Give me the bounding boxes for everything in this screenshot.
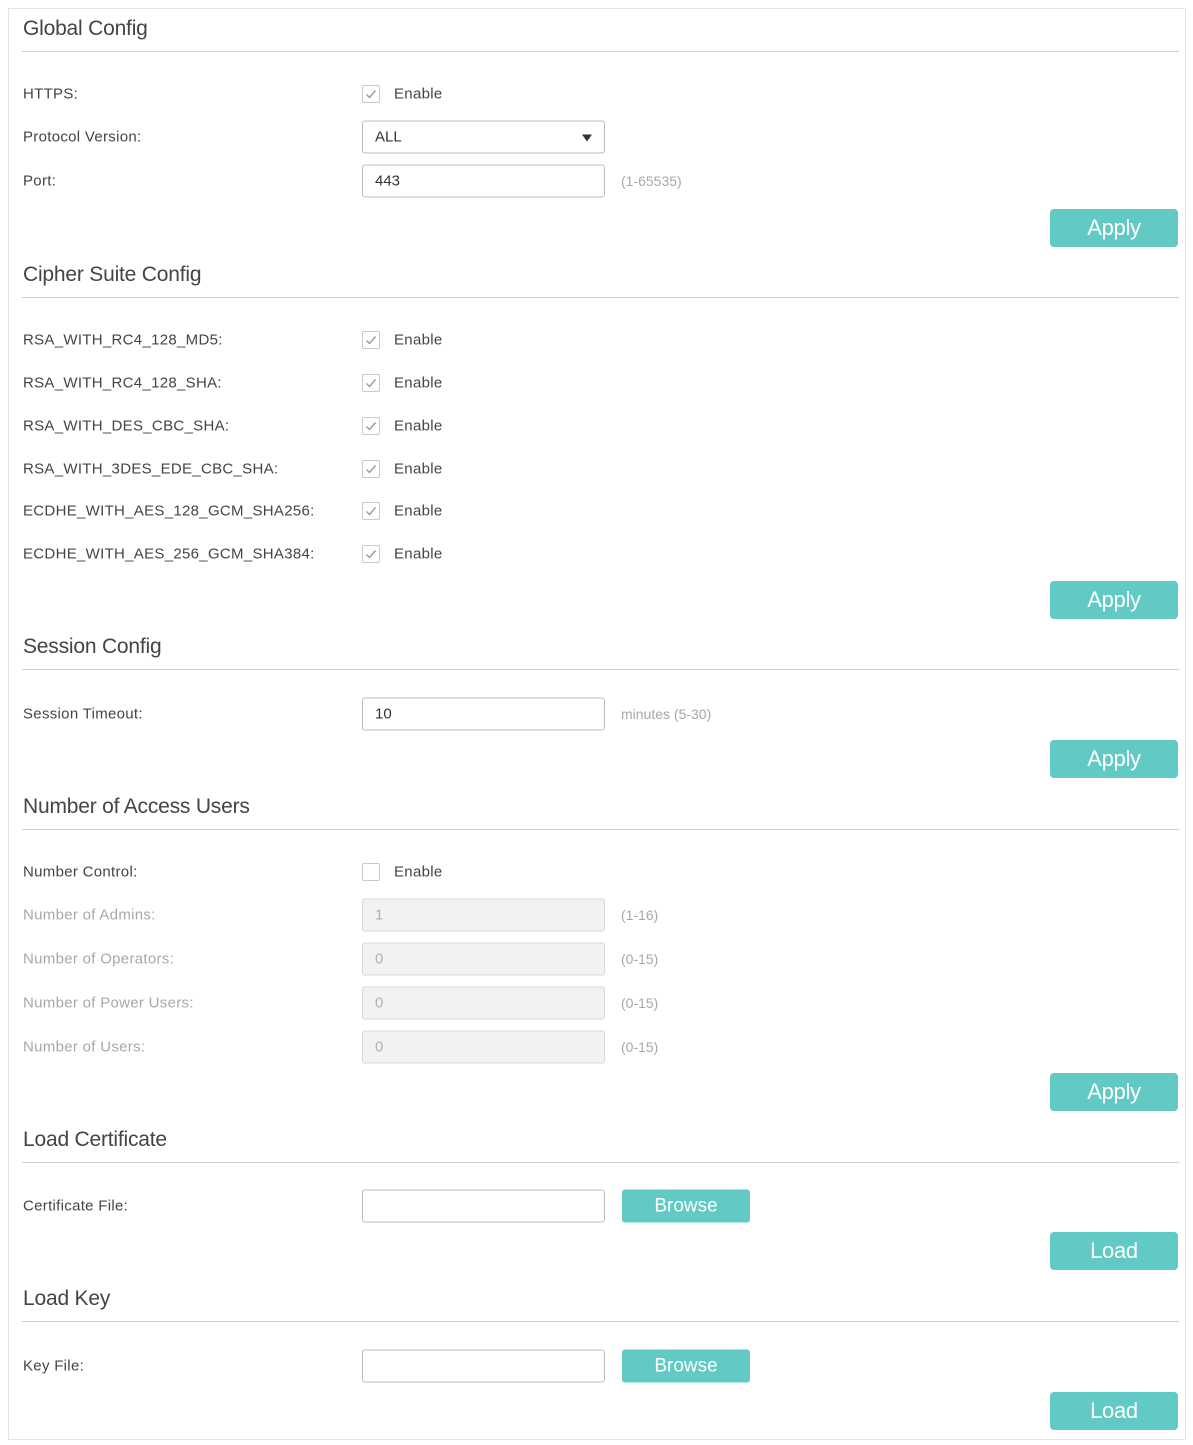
- key-browse-button[interactable]: Browse: [622, 1349, 750, 1383]
- section-title-session-config: Session Config: [23, 635, 162, 658]
- users-label: Number of Users:: [23, 1038, 146, 1056]
- number-control-label: Number Control:: [23, 863, 138, 881]
- divider: [22, 829, 1179, 830]
- certificate-file-input[interactable]: [362, 1189, 605, 1223]
- caret-down-icon: [582, 134, 592, 142]
- session-timeout-label: Session Timeout:: [23, 705, 143, 723]
- section-title-access-users: Number of Access Users: [23, 795, 250, 818]
- divider: [22, 297, 1179, 298]
- divider: [22, 51, 1179, 52]
- protocol-version-label: Protocol Version:: [23, 128, 142, 146]
- cipher-suite-label: ECDHE_WITH_AES_128_GCM_SHA256:: [23, 502, 315, 520]
- https-checkbox[interactable]: [362, 85, 380, 103]
- check-icon: [366, 336, 377, 345]
- session-timeout-hint: minutes (5-30): [621, 706, 712, 722]
- certificate-file-label: Certificate File:: [23, 1197, 129, 1215]
- port-label: Port:: [23, 172, 57, 190]
- cipher-suite-label: RSA_WITH_RC4_128_SHA:: [23, 374, 222, 392]
- cipher-suite-checkbox[interactable]: [362, 545, 380, 563]
- cipher-suite-checkbox[interactable]: [362, 460, 380, 478]
- divider: [22, 1162, 1179, 1163]
- check-icon: [366, 379, 377, 388]
- cipher-suite-enable-label: Enable: [394, 545, 443, 563]
- operators-input[interactable]: 0: [362, 942, 605, 976]
- admins-hint: (1-16): [621, 907, 659, 923]
- section-title-cipher-suite-config: Cipher Suite Config: [23, 263, 202, 286]
- divider: [22, 1321, 1179, 1322]
- section-title-global-config: Global Config: [23, 17, 148, 40]
- users-hint: (0-15): [621, 1039, 659, 1055]
- protocol-version-select[interactable]: ALL: [362, 120, 605, 154]
- port-input[interactable]: 443: [362, 164, 605, 198]
- number-control-checkbox[interactable]: [362, 863, 380, 881]
- https-label: HTTPS:: [23, 85, 79, 103]
- power-users-hint: (0-15): [621, 995, 659, 1011]
- cipher-suite-label: ECDHE_WITH_AES_256_GCM_SHA384:: [23, 545, 315, 563]
- protocol-version-value: ALL: [375, 128, 402, 146]
- key-load-button[interactable]: Load: [1050, 1392, 1178, 1430]
- section-title-load-certificate: Load Certificate: [23, 1128, 167, 1151]
- cipher-suite-label: RSA_WITH_DES_CBC_SHA:: [23, 417, 230, 435]
- key-file-label: Key File:: [23, 1357, 85, 1375]
- admins-input[interactable]: 1: [362, 898, 605, 932]
- global-apply-button[interactable]: Apply: [1050, 209, 1178, 247]
- section-title-load-key: Load Key: [23, 1287, 111, 1310]
- session-timeout-input[interactable]: 10: [362, 697, 605, 731]
- cipher-suite-enable-label: Enable: [394, 374, 443, 392]
- cipher-suite-enable-label: Enable: [394, 502, 443, 520]
- cipher-suite-enable-label: Enable: [394, 417, 443, 435]
- check-icon: [366, 90, 377, 99]
- number-control-enable-label: Enable: [394, 863, 443, 881]
- operators-label: Number of Operators:: [23, 950, 175, 968]
- cipher-suite-label: RSA_WITH_RC4_128_MD5:: [23, 331, 223, 349]
- admins-label: Number of Admins:: [23, 906, 156, 924]
- certificate-browse-button[interactable]: Browse: [622, 1189, 750, 1223]
- cipher-apply-button[interactable]: Apply: [1050, 581, 1178, 619]
- certificate-load-button[interactable]: Load: [1050, 1232, 1178, 1270]
- cipher-suite-checkbox[interactable]: [362, 502, 380, 520]
- check-icon: [366, 465, 377, 474]
- cipher-suite-label: RSA_WITH_3DES_EDE_CBC_SHA:: [23, 460, 279, 478]
- session-apply-button[interactable]: Apply: [1050, 740, 1178, 778]
- https-enable-label: Enable: [394, 85, 443, 103]
- power-users-input[interactable]: 0: [362, 986, 605, 1020]
- cipher-suite-enable-label: Enable: [394, 460, 443, 478]
- cipher-suite-checkbox[interactable]: [362, 417, 380, 435]
- check-icon: [366, 422, 377, 431]
- key-file-input[interactable]: [362, 1349, 605, 1383]
- access-apply-button[interactable]: Apply: [1050, 1073, 1178, 1111]
- cipher-suite-checkbox[interactable]: [362, 374, 380, 392]
- power-users-label: Number of Power Users:: [23, 994, 194, 1012]
- cipher-suite-checkbox[interactable]: [362, 331, 380, 349]
- users-input[interactable]: 0: [362, 1030, 605, 1064]
- operators-hint: (0-15): [621, 951, 659, 967]
- check-icon: [366, 550, 377, 559]
- check-icon: [366, 507, 377, 516]
- port-hint: (1-65535): [621, 173, 682, 189]
- cipher-suite-enable-label: Enable: [394, 331, 443, 349]
- divider: [22, 669, 1179, 670]
